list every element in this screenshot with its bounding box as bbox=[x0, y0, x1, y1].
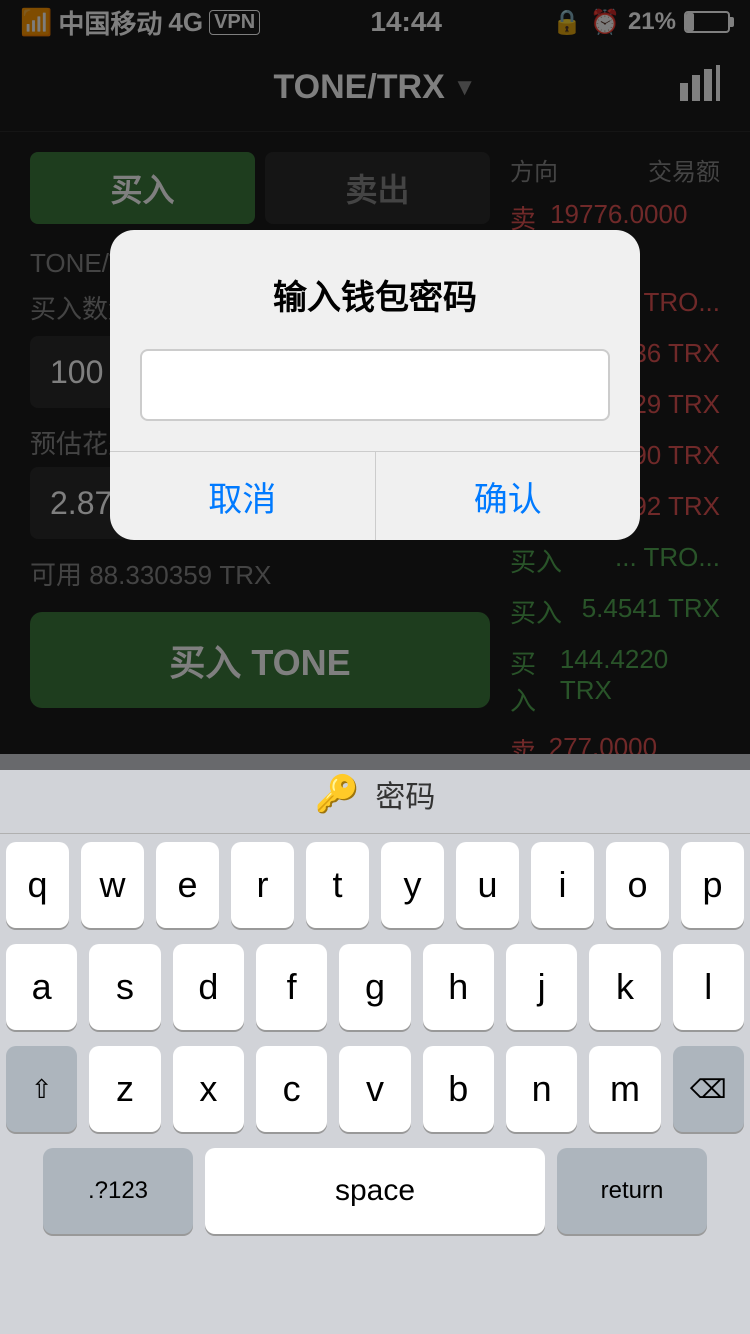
modal-buttons: 取消 确认 bbox=[110, 451, 640, 540]
return-key[interactable]: return bbox=[557, 1148, 707, 1234]
keyboard-row-1: q w e r t y u i o p bbox=[0, 834, 750, 936]
key-o[interactable]: o bbox=[606, 842, 669, 928]
keyboard-row-3: ⇧ z x c v b n m ⌫ bbox=[0, 1038, 750, 1140]
symbols-key[interactable]: .?123 bbox=[43, 1148, 193, 1234]
key-r[interactable]: r bbox=[231, 842, 294, 928]
key-e[interactable]: e bbox=[156, 842, 219, 928]
key-x[interactable]: x bbox=[173, 1046, 244, 1132]
key-s[interactable]: s bbox=[89, 944, 160, 1030]
keyboard-row-2: a s d f g h j k l bbox=[0, 936, 750, 1038]
key-q[interactable]: q bbox=[6, 842, 69, 928]
keyboard-area: 🔑 密码 q w e r t y u i o p a s d f g h j k… bbox=[0, 754, 750, 1334]
key-g[interactable]: g bbox=[339, 944, 410, 1030]
space-key[interactable]: space bbox=[205, 1148, 545, 1234]
key-z[interactable]: z bbox=[89, 1046, 160, 1132]
key-i[interactable]: i bbox=[531, 842, 594, 928]
key-c[interactable]: c bbox=[256, 1046, 327, 1132]
key-n[interactable]: n bbox=[506, 1046, 577, 1132]
key-y[interactable]: y bbox=[381, 842, 444, 928]
key-u[interactable]: u bbox=[456, 842, 519, 928]
key-w[interactable]: w bbox=[81, 842, 144, 928]
modal-overlay: 输入钱包密码 取消 确认 bbox=[0, 0, 750, 770]
key-j[interactable]: j bbox=[506, 944, 577, 1030]
shift-key[interactable]: ⇧ bbox=[6, 1046, 77, 1132]
key-d[interactable]: d bbox=[173, 944, 244, 1030]
key-v[interactable]: v bbox=[339, 1046, 410, 1132]
confirm-button[interactable]: 确认 bbox=[376, 452, 641, 540]
key-l[interactable]: l bbox=[673, 944, 744, 1030]
key-h[interactable]: h bbox=[423, 944, 494, 1030]
key-p[interactable]: p bbox=[681, 842, 744, 928]
modal-title: 输入钱包密码 bbox=[110, 230, 640, 339]
key-f[interactable]: f bbox=[256, 944, 327, 1030]
key-k[interactable]: k bbox=[589, 944, 660, 1030]
key-icon: 🔑 bbox=[315, 773, 360, 815]
key-m[interactable]: m bbox=[589, 1046, 660, 1132]
keyboard-row-4: .?123 space return bbox=[0, 1140, 750, 1242]
key-b[interactable]: b bbox=[423, 1046, 494, 1132]
cancel-button[interactable]: 取消 bbox=[110, 452, 376, 540]
key-t[interactable]: t bbox=[306, 842, 369, 928]
password-input[interactable] bbox=[140, 349, 610, 421]
delete-key[interactable]: ⌫ bbox=[673, 1046, 744, 1132]
password-modal: 输入钱包密码 取消 确认 bbox=[110, 230, 640, 540]
key-a[interactable]: a bbox=[6, 944, 77, 1030]
modal-input-area bbox=[110, 339, 640, 451]
keyboard-password-label: 密码 bbox=[375, 772, 435, 816]
